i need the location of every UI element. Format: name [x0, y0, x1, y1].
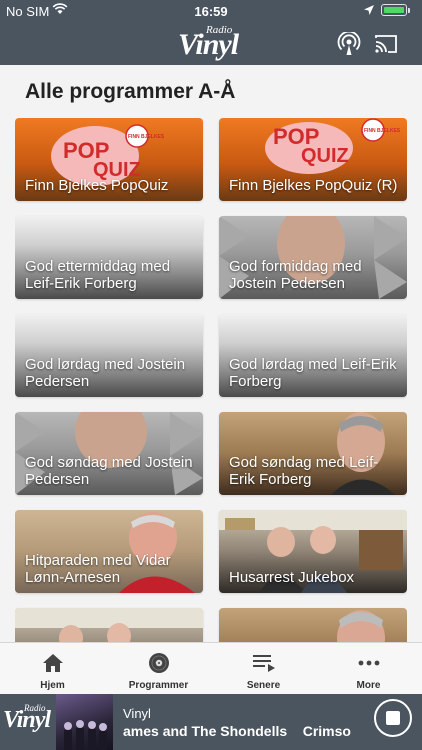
tab-hjem[interactable]: Hjem — [0, 643, 105, 695]
program-card[interactable]: God ettermiddag med Leif-Erik Forberg — [15, 216, 203, 299]
program-card[interactable] — [219, 608, 407, 642]
battery-icon — [381, 4, 410, 16]
band-photo — [64, 720, 107, 750]
svg-text:FINN BJELKES: FINN BJELKES — [128, 134, 165, 140]
program-title: God formiddag med Jostein Pedersen — [229, 258, 362, 292]
status-bar: No SIM 16:59 — [0, 0, 422, 22]
program-title: Husarrest Jukebox — [229, 569, 355, 586]
tab-bar: Hjem Programmer Senere More — [0, 642, 422, 694]
host-portrait — [337, 610, 385, 642]
program-grid: POP QUIZ FINN BJELKES Vinyl Finn Bjelkes… — [15, 118, 407, 642]
program-card[interactable]: POP QUIZ FINN BJELKES Vinyl Finn Bjelkes… — [15, 118, 203, 201]
podcast-icon[interactable] — [336, 32, 362, 56]
program-card[interactable]: God lørdag med Jostein Pedersen — [15, 314, 203, 397]
stop-button[interactable] — [374, 699, 412, 737]
program-title: Hitparaden med Vidar Lønn-Arnesen — [25, 552, 171, 586]
program-title: God lørdag med Leif-Erik Forberg — [229, 356, 397, 390]
album-cover — [56, 694, 113, 750]
program-title: God lørdag med Jostein Pedersen — [25, 356, 186, 390]
program-title: God ettermiddag med Leif-Erik Forberg — [25, 258, 171, 292]
program-card[interactable]: God søndag med Jostein Pedersen — [15, 412, 203, 495]
stop-icon — [386, 711, 400, 725]
program-card[interactable] — [15, 608, 203, 642]
home-icon — [43, 654, 63, 672]
program-card[interactable]: God søndag med Leif-Erik Forberg — [219, 412, 407, 495]
svg-text:FINN BJELKES: FINN BJELKES — [364, 128, 401, 134]
playlist-icon — [253, 655, 275, 672]
now-playing-track: ames and The Shondells Crimso — [123, 723, 351, 739]
tab-more[interactable]: More — [316, 643, 421, 695]
tab-programmer[interactable]: Programmer — [106, 643, 211, 695]
program-card[interactable]: Hitparaden med Vidar Lønn-Arnesen — [15, 510, 203, 593]
vinyl-disc-icon — [149, 653, 169, 673]
radio-vinyl-logo[interactable]: Radio Vinyl — [176, 22, 246, 62]
program-title: God søndag med Leif-Erik Forberg — [229, 454, 379, 488]
tab-senere[interactable]: Senere — [211, 643, 316, 695]
radio-vinyl-logo: Radio Vinyl — [3, 703, 51, 733]
mini-player[interactable]: Radio Vinyl Vinyl ames and The Shondells… — [0, 694, 422, 750]
program-card[interactable]: Husarrest Jukebox — [219, 510, 407, 593]
page-title: Alle programmer A-Å — [25, 80, 236, 103]
svg-text:QUIZ: QUIZ — [301, 145, 349, 167]
program-title: Finn Bjelkes PopQuiz — [25, 177, 169, 194]
program-card[interactable]: God lørdag med Leif-Erik Forberg — [219, 314, 407, 397]
more-dots-icon — [358, 660, 380, 666]
station-name: Vinyl — [123, 706, 151, 721]
program-title: Finn Bjelkes PopQuiz (R) — [229, 177, 398, 194]
cast-icon[interactable] — [373, 32, 399, 56]
location-arrow-icon — [364, 5, 374, 15]
clock: 16:59 — [194, 4, 228, 19]
program-card[interactable]: POP QUIZ FINN BJELKES Finn Bjelkes PopQu… — [219, 118, 407, 201]
program-title: God søndag med Jostein Pedersen — [25, 454, 193, 488]
app-header: No SIM 16:59 Radio Vinyl — [0, 0, 422, 65]
studio-photo — [15, 608, 203, 642]
program-card[interactable]: God formiddag med Jostein Pedersen — [219, 216, 407, 299]
